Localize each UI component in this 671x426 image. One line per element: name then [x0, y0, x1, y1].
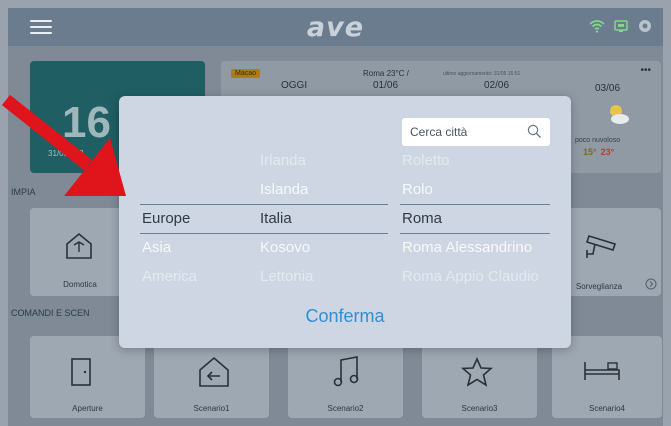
star-icon — [460, 357, 494, 387]
scenario-label: Scenario2 — [327, 404, 364, 413]
region-option-selected[interactable]: Europe — [140, 204, 270, 233]
scenario-label: Scenario4 — [588, 404, 626, 413]
city-option[interactable]: Roma Alessandrino — [400, 233, 550, 262]
weather-today-label: OGGI — [281, 80, 308, 91]
network-icon[interactable] — [613, 18, 629, 34]
weather-location-badge: Macao — [231, 69, 261, 78]
bed-icon — [584, 362, 620, 380]
scenario4-tile[interactable]: Scenario4 — [552, 336, 662, 418]
scenario-label: Aperture — [72, 404, 103, 413]
city-option[interactable]: Roma Appio Claudio — [400, 262, 550, 291]
door-icon — [71, 358, 91, 386]
weather-temp-min: 15° — [583, 147, 597, 157]
region-option[interactable]: Asia — [140, 233, 270, 262]
clock-date: 31/05/202 — [48, 149, 84, 158]
weather-temp-max: 23° — [600, 147, 615, 157]
status-icons — [589, 18, 653, 34]
region-option[interactable]: America — [140, 262, 270, 291]
country-option[interactable]: Irlanda — [258, 146, 388, 175]
selection-line-bottom — [258, 233, 388, 234]
scenario-label: Scenario3 — [461, 404, 498, 413]
country-option[interactable]: Islanda — [258, 175, 388, 204]
aperture-tile[interactable]: Aperture — [30, 336, 145, 418]
weather-day-1: 01/06 — [373, 80, 399, 91]
chevron-right-icon[interactable] — [645, 278, 657, 290]
weather-temps: 15° 23° — [583, 147, 614, 157]
weather-update-time: ultimo aggiornamento: 31/05 16:51 — [443, 71, 521, 77]
selection-line-bottom — [140, 233, 270, 234]
weather-city-temp: Roma 23°C / — [363, 69, 409, 78]
domotica-label: Domotica — [63, 280, 97, 289]
city-option[interactable]: Roletto — [400, 146, 550, 175]
country-option[interactable]: Kosovo — [258, 233, 388, 262]
country-wheel[interactable]: Irlanda Islanda Italia Kosovo Lettonia — [258, 146, 388, 291]
country-option[interactable]: Lettonia — [258, 262, 388, 291]
security-camera-icon — [585, 235, 617, 258]
city-option-selected[interactable]: Roma — [400, 204, 550, 233]
wifi-icon — [589, 20, 605, 33]
scenario3-tile[interactable]: Scenario3 — [422, 336, 537, 418]
domotica-tile[interactable]: Domotica — [30, 208, 130, 296]
home-arrow-icon — [199, 356, 229, 387]
weather-condition: poco nuvoloso — [575, 137, 621, 144]
weather-day-2: 02/06 — [484, 80, 510, 91]
section-comandi-title: COMANDI E SCEN — [11, 308, 90, 318]
partly-cloudy-icon — [610, 105, 629, 124]
app-logo: ave — [306, 12, 365, 43]
city-picker-dialog: Europe Asia America Irlanda Islanda Ital… — [119, 96, 571, 348]
search-box — [402, 118, 550, 146]
weather-more-icon[interactable]: ••• — [640, 65, 651, 76]
top-bar: ave — [8, 8, 663, 46]
country-option-selected[interactable]: Italia — [258, 204, 388, 233]
app-screen: ave 16 31/05/202 Macao OGGI Roma 23°C / … — [0, 0, 671, 426]
city-option[interactable]: Rolo — [400, 175, 550, 204]
settings-icon[interactable] — [637, 18, 653, 34]
selection-line-top — [400, 204, 550, 205]
selection-line-bottom — [400, 233, 550, 234]
city-wheel[interactable]: Roletto Rolo Roma Roma Alessandrino Roma… — [400, 146, 550, 291]
scenario-label: Scenario1 — [193, 404, 230, 413]
region-wheel[interactable]: Europe Asia America — [140, 146, 270, 291]
scenario1-tile[interactable]: Scenario1 — [154, 336, 269, 418]
section-impianti-title: IMPIA — [11, 187, 36, 197]
scenario2-tile[interactable]: Scenario2 — [288, 336, 403, 418]
selection-line-top — [258, 204, 388, 205]
selection-line-top — [140, 204, 270, 205]
music-note-icon — [333, 356, 359, 387]
confirm-button[interactable]: Conferma — [119, 306, 571, 327]
clock-time: 16 — [62, 98, 111, 147]
home-automation-icon — [66, 232, 92, 259]
search-icon[interactable] — [527, 124, 542, 139]
weather-day-3: 03/06 — [595, 83, 621, 94]
city-search-input[interactable] — [410, 118, 525, 146]
